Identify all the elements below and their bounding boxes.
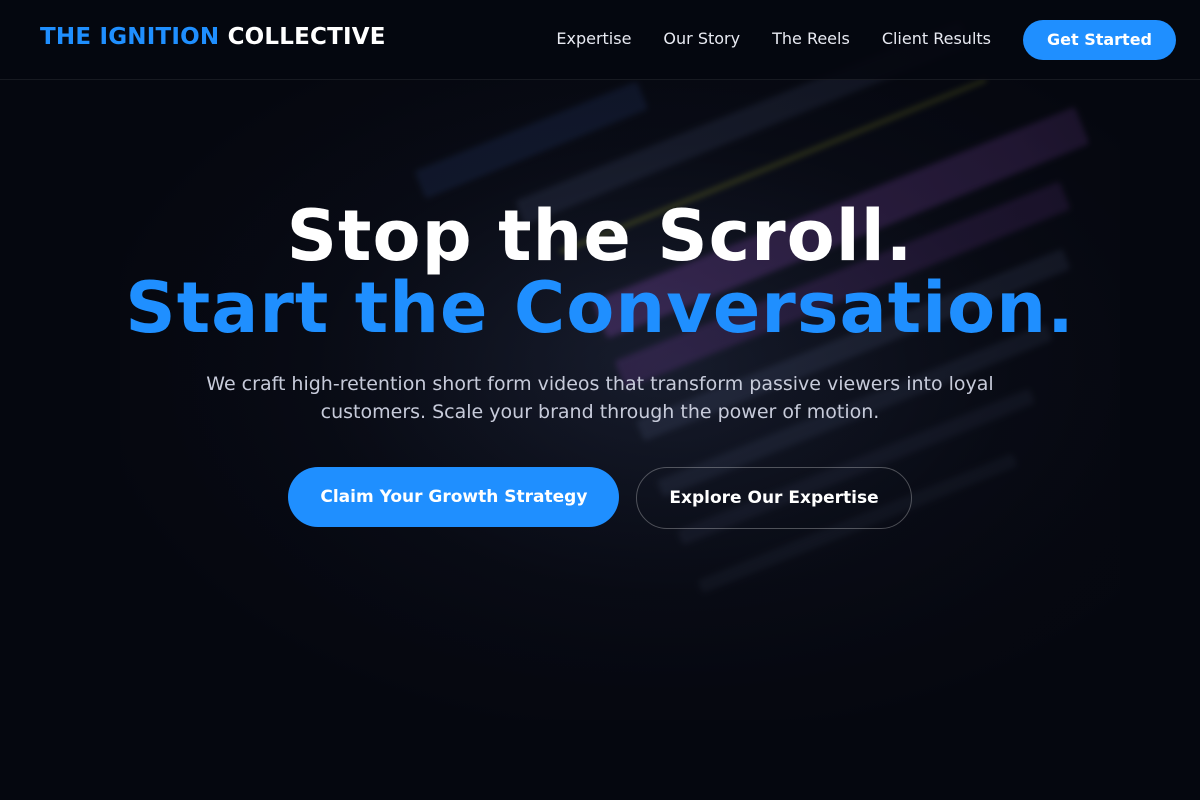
brand-logo-part2: COLLECTIVE [227,24,386,50]
nav-link-the-reels[interactable]: The Reels [772,29,850,48]
hero-subheading: We craft high-retention short form video… [206,373,994,423]
hero-cta-group: Claim Your Growth Strategy Explore Our E… [0,467,1200,529]
landing-page: THE IGNITION COLLECTIVE Expertise Our St… [0,0,1200,800]
get-started-button[interactable]: Get Started [1022,20,1176,60]
explore-expertise-button[interactable]: Explore Our Expertise [636,467,912,529]
claim-growth-strategy-button[interactable]: Claim Your Growth Strategy [288,467,620,527]
hero-section: Stop the Scroll. Start the Conversation.… [0,200,1200,529]
nav-link-client-results[interactable]: Client Results [882,29,991,48]
nav-link-expertise[interactable]: Expertise [556,29,631,48]
nav-link-our-story[interactable]: Our Story [663,29,740,48]
hero-headline-line2: Start the Conversation. [125,267,1075,349]
hero-headline-line1: Stop the Scroll. [286,195,914,277]
top-navbar: THE IGNITION COLLECTIVE Expertise Our St… [0,0,1200,80]
hero-headline: Stop the Scroll. Start the Conversation. [0,200,1200,344]
brand-logo[interactable]: THE IGNITION COLLECTIVE [40,24,386,50]
nav-links: Expertise Our Story The Reels Client Res… [556,29,991,48]
brand-logo-part1: THE IGNITION [40,24,220,50]
